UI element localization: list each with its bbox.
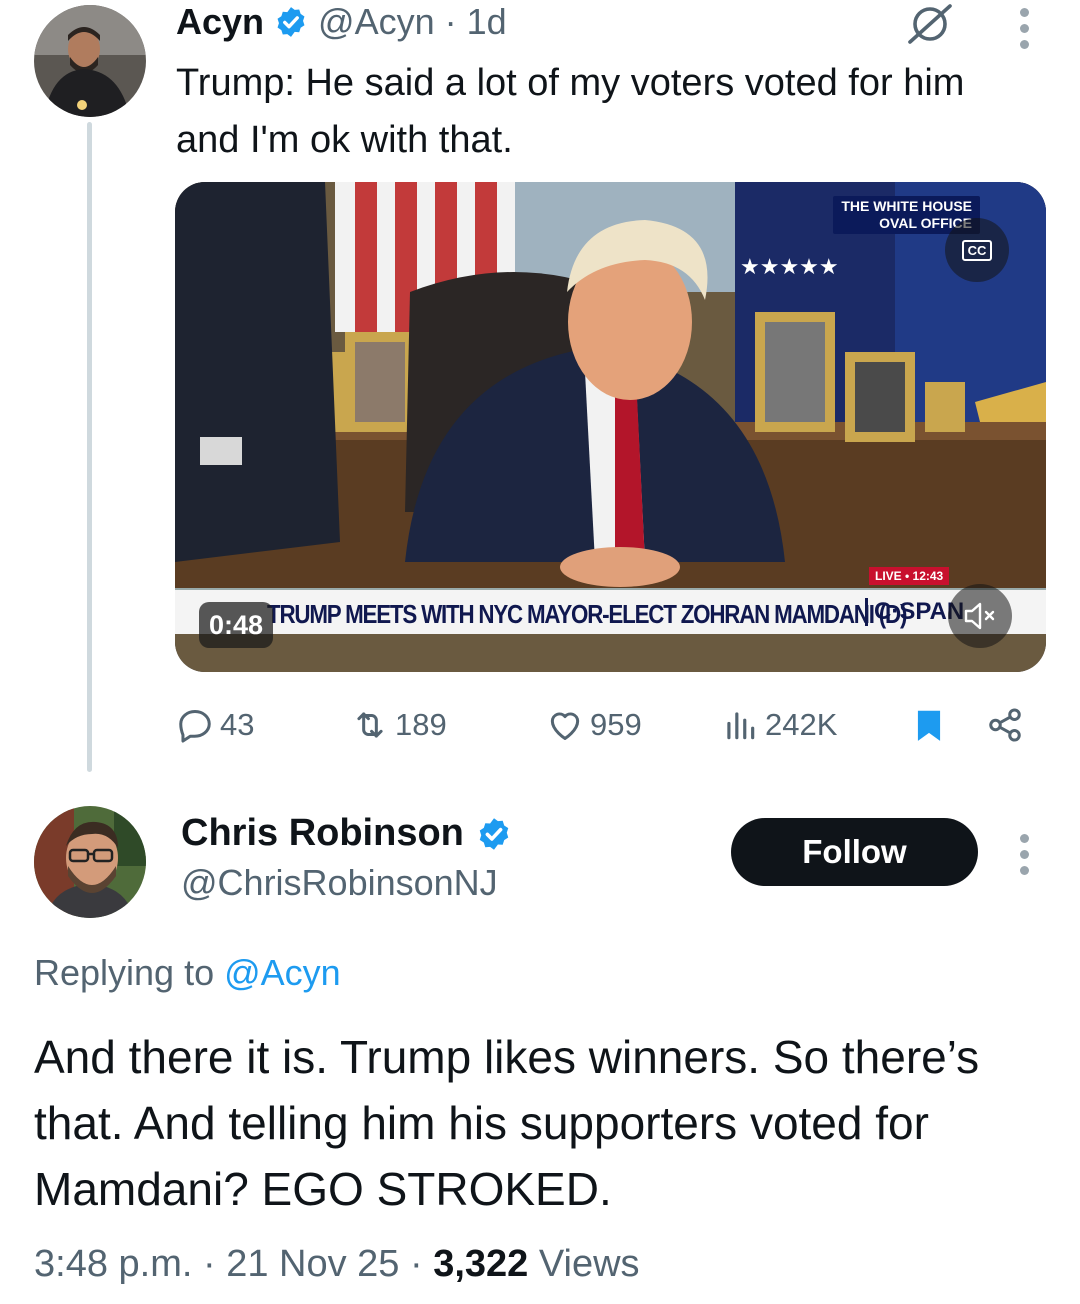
thread-connector-line <box>87 122 92 772</box>
reply-count: 43 <box>220 707 255 742</box>
more-options-icon[interactable] <box>1018 834 1030 875</box>
verified-badge-icon <box>479 817 509 850</box>
repost-count: 189 <box>395 707 447 742</box>
like-count: 959 <box>590 707 642 742</box>
meta-separator: · <box>202 1243 216 1285</box>
bookmark-button[interactable] <box>910 700 948 750</box>
avatar-acyn[interactable] <box>34 5 146 117</box>
reply-author-handle[interactable]: @ChrisRobinsonNJ <box>181 862 498 904</box>
reply-date[interactable]: 21 Nov 25 <box>226 1243 399 1285</box>
share-icon <box>989 708 1021 742</box>
heart-icon <box>550 712 580 740</box>
bookmark-icon <box>917 710 941 741</box>
replying-to-link[interactable]: @Acyn <box>224 952 341 993</box>
tweet-actions: 43 189 959 242K <box>176 700 1036 750</box>
views-count: 242K <box>765 707 838 742</box>
video-duration: 0:48 <box>199 602 274 648</box>
grok-icon[interactable] <box>906 4 954 44</box>
reply-metadata: 3:48 p.m. · 21 Nov 25 · 3,322 Views <box>34 1243 640 1286</box>
repost-icon <box>357 712 383 738</box>
more-options-icon[interactable] <box>1018 8 1030 49</box>
reply-icon <box>179 710 211 743</box>
video-player[interactable]: ★★★★★ THE WHITE HOUSE OVAL OFFICE CC LIV… <box>175 182 1046 672</box>
share-button[interactable] <box>986 700 1024 750</box>
tweet-text: Trump: He said a lot of my voters voted … <box>176 62 965 161</box>
reply-views-count[interactable]: 3,322 <box>433 1243 528 1285</box>
tweet-time[interactable]: 1d <box>467 1 507 43</box>
replying-to-line: Replying to @Acyn <box>34 952 341 994</box>
mute-button[interactable] <box>948 584 1012 648</box>
header-separator: · <box>444 1 457 42</box>
repost-button[interactable]: 189 <box>351 700 447 750</box>
follow-button[interactable]: Follow <box>731 818 978 886</box>
views-button[interactable]: 242K <box>721 700 837 750</box>
verified-badge-icon <box>277 7 305 37</box>
replying-prefix: Replying to <box>34 952 215 993</box>
analytics-icon <box>727 712 755 740</box>
reply-author-name[interactable]: Chris Robinson <box>181 812 464 855</box>
avatar-chris-robinson[interactable] <box>34 806 146 918</box>
video-chyron: TRUMP MEETS WITH NYC MAYOR-ELECT ZOHRAN … <box>175 588 1046 634</box>
closed-captions-button[interactable]: CC <box>945 218 1009 282</box>
author-name[interactable]: Acyn <box>176 1 264 43</box>
reply-button[interactable]: 43 <box>176 700 254 750</box>
meta-separator: · <box>410 1243 423 1285</box>
speaker-muted-icon <box>964 602 995 630</box>
svg-text:★★★★★: ★★★★★ <box>740 255 839 280</box>
reply-views-label: Views <box>538 1243 640 1285</box>
live-indicator: LIVE • 12:43 <box>869 567 950 585</box>
reply-author-row: Chris Robinson <box>181 812 512 855</box>
reply-text: And there it is. Trump likes winners. So… <box>34 1031 980 1215</box>
like-button[interactable]: 959 <box>546 700 642 750</box>
cc-icon: CC <box>961 239 993 261</box>
chyron-text: TRUMP MEETS WITH NYC MAYOR-ELECT ZOHRAN … <box>267 599 907 629</box>
tweet-header: Acyn @Acyn · 1d <box>176 0 507 44</box>
author-handle[interactable]: @Acyn <box>318 1 435 43</box>
reply-time[interactable]: 3:48 p.m. <box>34 1243 192 1285</box>
